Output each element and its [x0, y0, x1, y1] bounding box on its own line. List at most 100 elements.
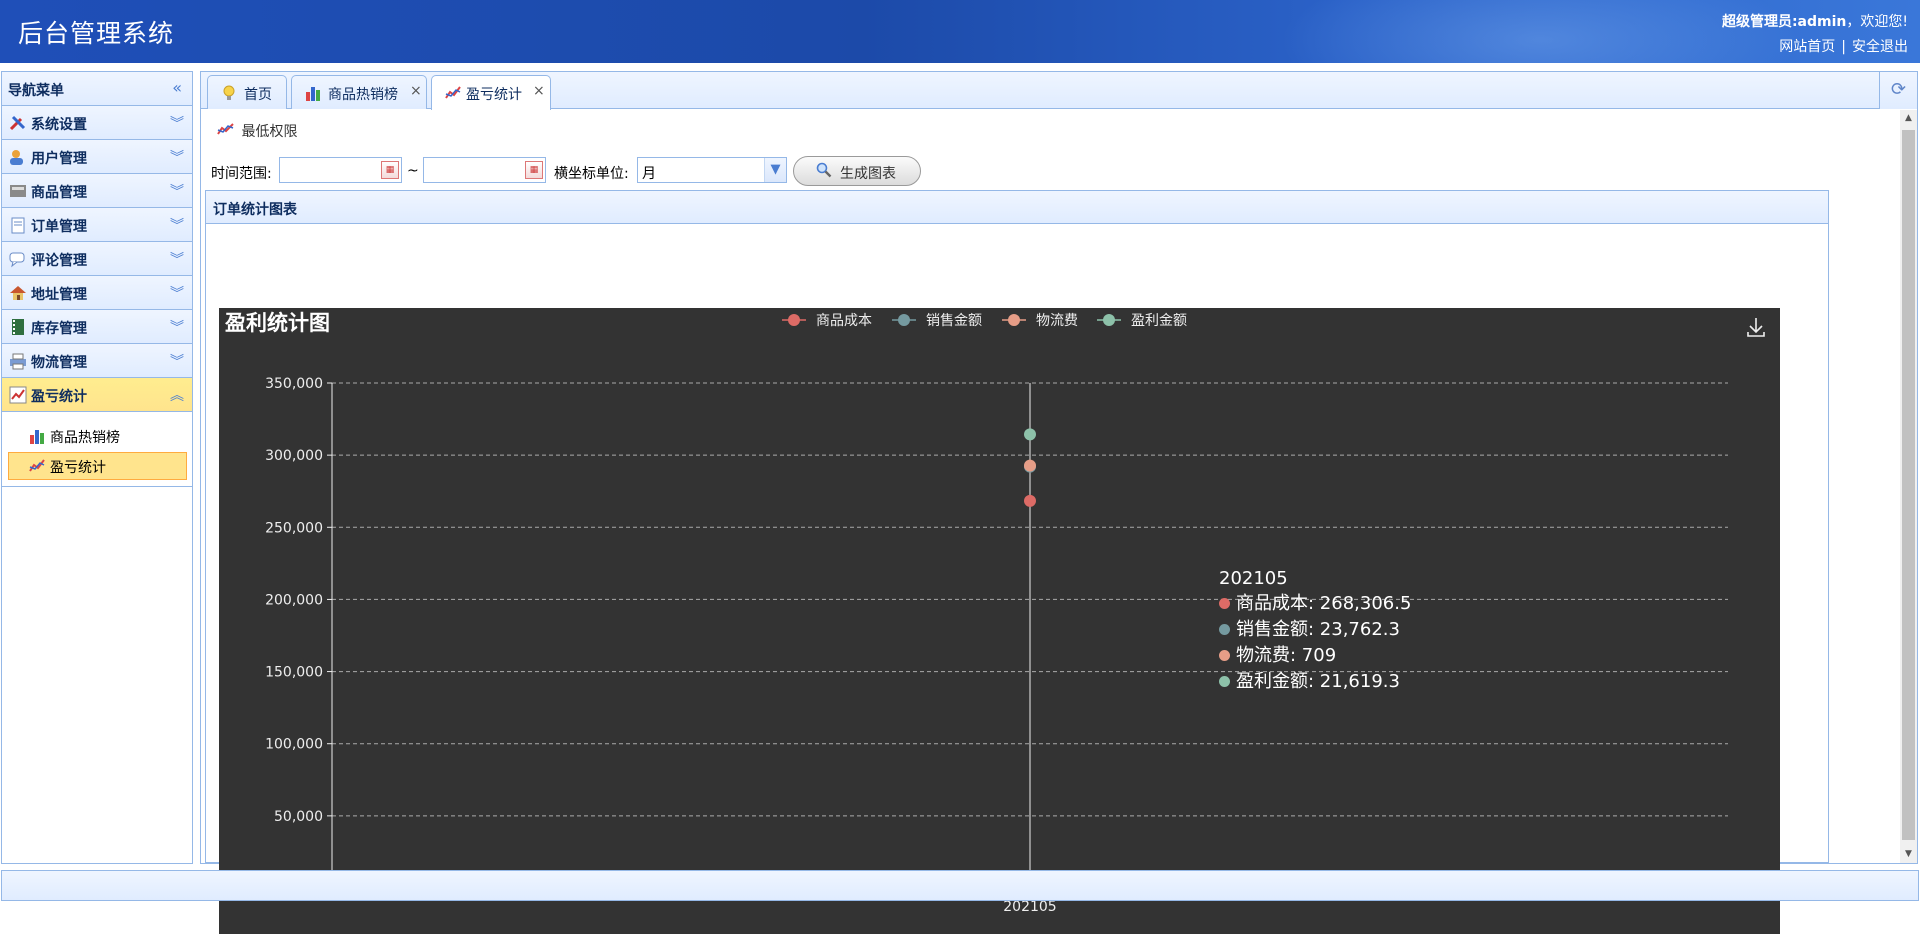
line-chart-icon: [28, 457, 46, 475]
tab-home[interactable]: 首页: [207, 75, 287, 109]
y-tick-label: 100,000: [265, 737, 323, 753]
legend-label: 物流费: [1036, 313, 1078, 329]
vertical-scrollbar[interactable]: ▲ ▼: [1900, 110, 1917, 863]
y-tick-label: 350,000: [265, 376, 323, 392]
logout-link[interactable]: 安全退出: [1852, 39, 1908, 55]
tab-bar: 首页 商品热销榜 × 盈亏统计 × ⟳: [201, 72, 1917, 110]
close-icon[interactable]: ×: [410, 83, 422, 99]
sidebar-item-logistics[interactable]: 物流管理 ︾: [2, 344, 192, 378]
link-separator: |: [1841, 39, 1846, 55]
tooltip-row-goods-cost: 商品成本: 268,306.5: [1219, 591, 1411, 617]
footer-bar: [1, 870, 1919, 901]
search-icon: [816, 162, 832, 182]
film-icon: [9, 318, 27, 336]
sidebar-item-label: 系统设置: [31, 117, 87, 133]
expand-icon: ︾: [170, 354, 184, 370]
submenu-item-profit[interactable]: 盈亏统计: [8, 452, 187, 480]
sidebar-title: 导航菜单: [8, 83, 64, 99]
calendar-icon[interactable]: ▦: [525, 161, 543, 179]
welcome-text: ，欢迎您!: [1846, 14, 1908, 30]
sidebar-item-label: 商品管理: [31, 185, 87, 201]
chart-tooltip: 202105 商品成本: 268,306.5 销售金额: 23,762.3 物流…: [1219, 568, 1411, 695]
legend-label: 商品成本: [816, 313, 872, 329]
generate-chart-button[interactable]: 生成图表: [793, 156, 921, 186]
line-chart-icon: [9, 386, 27, 404]
tab-label: 盈亏统计: [466, 87, 522, 103]
expand-icon: ︾: [170, 184, 184, 200]
bar-chart-icon: [304, 84, 322, 102]
app-title: 后台管理系统: [18, 19, 175, 48]
expand-icon: ︾: [170, 150, 184, 166]
sidebar-item-profit[interactable]: 盈亏统计 ︽: [2, 378, 192, 412]
user-role: 超级管理员:admin: [1721, 14, 1847, 30]
users-icon: [9, 148, 27, 166]
y-tick-label: 300,000: [265, 448, 323, 464]
tooltip-dot: [1219, 598, 1230, 609]
tooltip-header: 202105: [1219, 568, 1288, 589]
close-icon[interactable]: ×: [533, 83, 545, 99]
sidebar-item-comments[interactable]: 评论管理 ︾: [2, 242, 192, 276]
sidebar-item-goods[interactable]: 商品管理 ︾: [2, 174, 192, 208]
refresh-icon[interactable]: ⟳: [1879, 72, 1917, 109]
tab-hot-goods[interactable]: 商品热销榜 ×: [291, 75, 427, 109]
panel-title: 订单统计图表: [213, 202, 297, 218]
home-site-link[interactable]: 网站首页: [1779, 39, 1835, 55]
tooltip-series-name: 物流费: [1236, 645, 1290, 666]
submenu-item-hot-goods[interactable]: 商品热销榜: [8, 422, 187, 450]
legend-label: 盈利金额: [1131, 313, 1187, 329]
scroll-up-icon[interactable]: ▲: [1900, 110, 1917, 127]
bar-chart-icon: [28, 427, 46, 445]
tooltip-series-name: 商品成本: [1236, 593, 1308, 614]
tooltip-series-value: 23,762.3: [1319, 619, 1400, 640]
sidebar-item-label: 地址管理: [31, 287, 87, 303]
y-tick-label: 200,000: [265, 592, 323, 608]
expand-icon: ︾: [170, 320, 184, 336]
tooltip-series-value: 21,619.3: [1319, 671, 1400, 692]
lightbulb-icon: [220, 84, 238, 102]
expand-icon: ︾: [170, 252, 184, 268]
home-icon: [9, 284, 27, 302]
end-date-input[interactable]: ▦: [423, 157, 546, 183]
start-date-input[interactable]: ▦: [279, 157, 402, 183]
app-header: 后台管理系统 超级管理员:admin，欢迎您! 网站首页 | 安全退出: [0, 0, 1920, 63]
tab-label: 首页: [244, 87, 272, 103]
user-greeting: 超级管理员:admin，欢迎您!: [1722, 11, 1908, 31]
sidebar-item-label: 订单管理: [31, 219, 87, 235]
chevron-down-icon[interactable]: ▼: [764, 158, 786, 182]
sidebar-item-label: 用户管理: [31, 151, 87, 167]
sidebar-item-users[interactable]: 用户管理 ︾: [2, 140, 192, 174]
sidebar-item-address[interactable]: 地址管理 ︾: [2, 276, 192, 310]
range-separator: ~: [407, 163, 419, 179]
scroll-down-icon[interactable]: ▼: [1900, 846, 1917, 863]
sidebar: 导航菜单 « 系统设置 ︾ 用户管理 ︾ 商品管理 ︾ 订单管理 ︾ 评论管理 …: [1, 71, 193, 864]
y-tick-label: 50,000: [274, 809, 323, 825]
tab-profit[interactable]: 盈亏统计 ×: [431, 75, 551, 110]
time-range-label: 时间范围:: [211, 166, 272, 182]
sidebar-item-orders[interactable]: 订单管理 ︾: [2, 208, 192, 242]
data-point: [1024, 459, 1036, 472]
sidebar-item-system[interactable]: 系统设置 ︾: [2, 106, 192, 140]
data-point: [1024, 494, 1036, 507]
generate-chart-label: 生成图表: [840, 166, 896, 182]
legend-marker: [788, 314, 800, 326]
collapse-sidebar-icon[interactable]: «: [172, 78, 182, 97]
permission-note: 最低权限: [217, 121, 297, 141]
calendar-icon[interactable]: ▦: [381, 161, 399, 179]
profit-chart: 盈利统计图商品成本销售金额物流费盈利金额050,000100,000150,00…: [219, 308, 1780, 934]
tooltip-row-logistics: 物流费: 709: [1219, 643, 1411, 669]
legend-marker: [1103, 314, 1115, 326]
submenu-item-label: 盈亏统计: [50, 460, 106, 476]
scroll-thumb[interactable]: [1902, 130, 1915, 840]
tooltip-series-value: 268,306.5: [1319, 593, 1412, 614]
sidebar-item-label: 评论管理: [31, 253, 87, 269]
sidebar-item-inventory[interactable]: 库存管理 ︾: [2, 310, 192, 344]
tools-icon: [9, 114, 27, 132]
sidebar-header: 导航菜单 «: [2, 72, 192, 106]
tooltip-row-sales: 销售金额: 23,762.3: [1219, 617, 1411, 643]
expand-icon: ︾: [170, 286, 184, 302]
panel-header: 订单统计图表: [206, 191, 1828, 224]
x-unit-select[interactable]: 月 ▼: [637, 157, 787, 183]
sidebar-item-label: 盈亏统计: [31, 389, 87, 405]
tooltip-series-name: 盈利金额: [1236, 671, 1308, 692]
download-icon[interactable]: [1746, 316, 1766, 338]
